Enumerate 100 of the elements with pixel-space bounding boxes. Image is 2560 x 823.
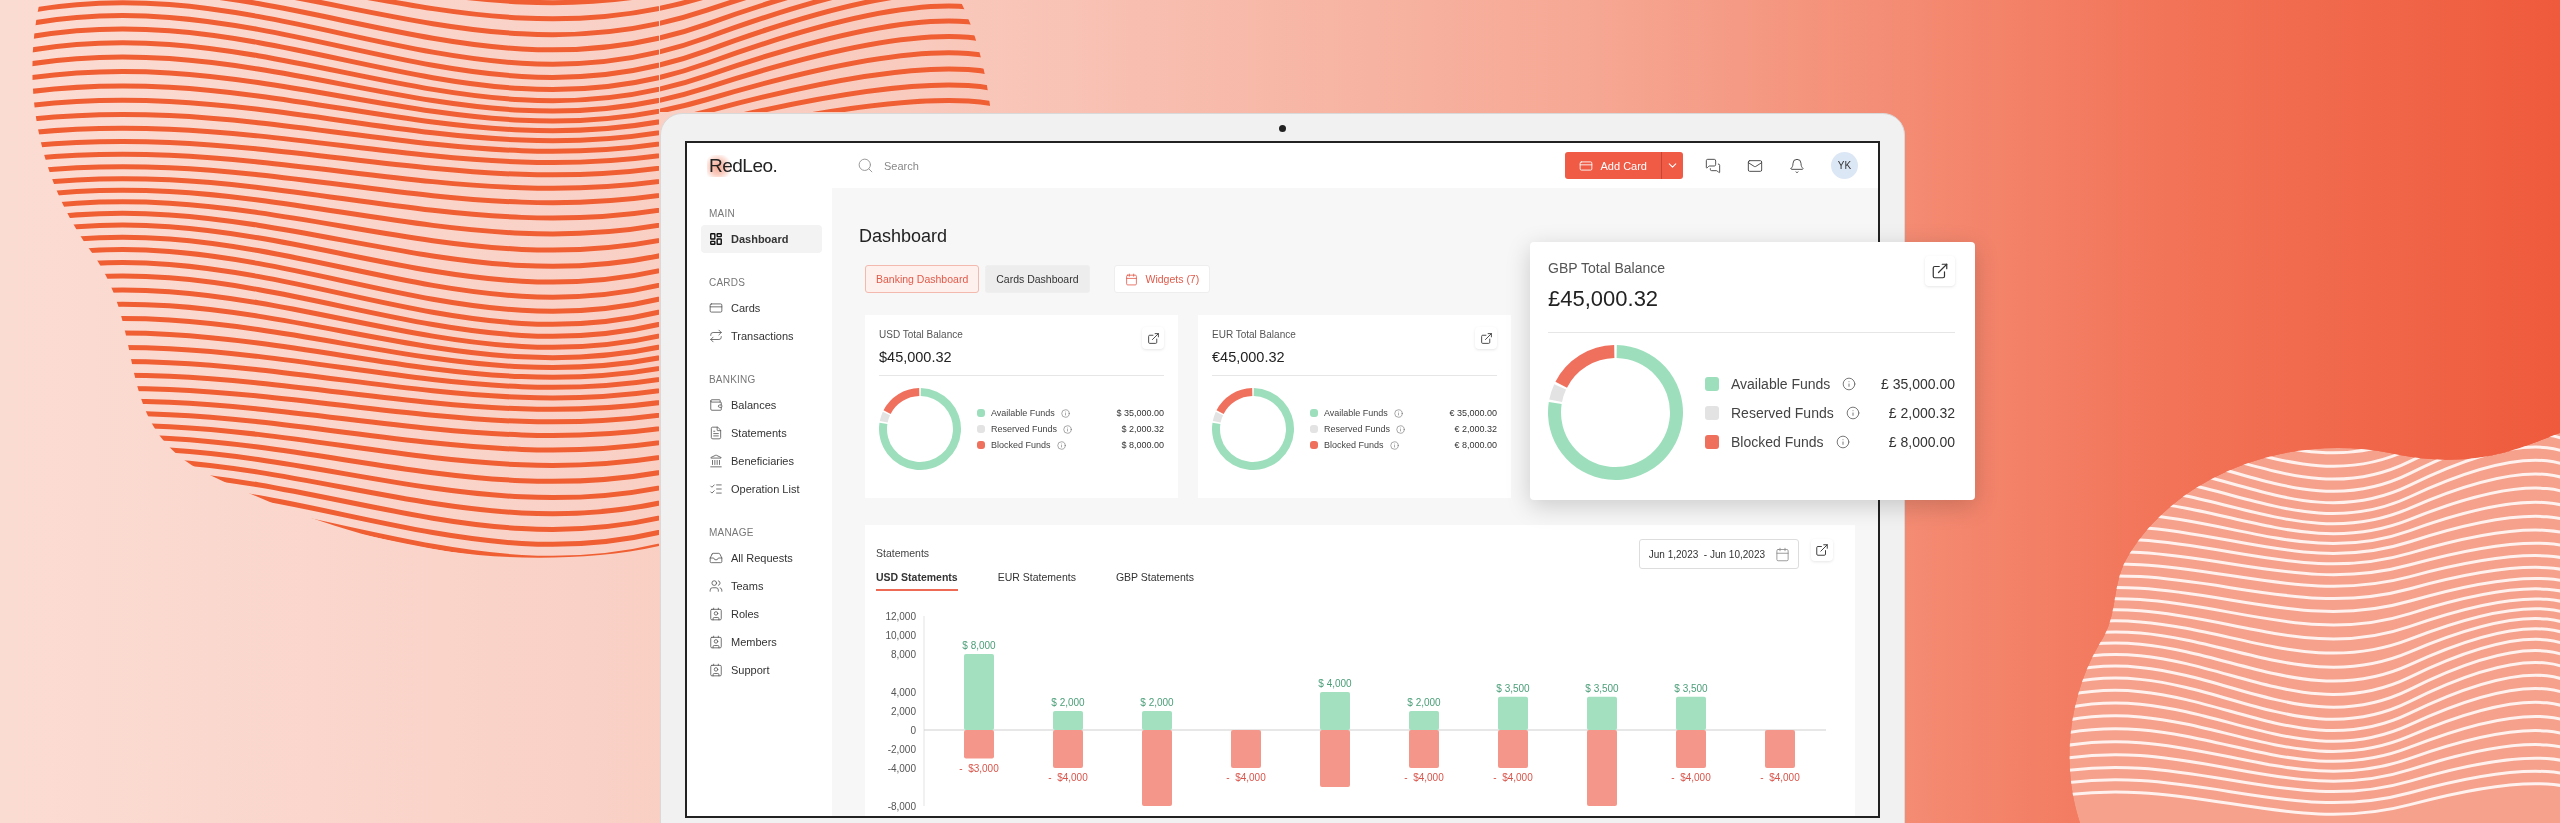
id-badge-icon	[709, 663, 723, 677]
bell-icon[interactable]	[1789, 157, 1805, 174]
external-link-button[interactable]	[1142, 327, 1164, 349]
legend-amount: $ 35,000.00	[1116, 408, 1164, 418]
card-icon	[709, 301, 723, 315]
info-icon[interactable]	[1396, 424, 1406, 434]
legend-amount: £ 35,000.00	[1881, 375, 1955, 392]
info-icon[interactable]	[1835, 434, 1850, 449]
bar	[1676, 696, 1706, 730]
card-title: EUR Total Balance	[1212, 329, 1296, 340]
dashboard-grid-icon	[709, 232, 723, 246]
external-link-icon	[1931, 262, 1949, 280]
wallet-icon	[709, 398, 723, 412]
avatar[interactable]: YK	[1831, 152, 1858, 179]
info-icon[interactable]	[1389, 440, 1399, 450]
search-icon	[857, 157, 874, 174]
calendar-icon	[1775, 546, 1790, 562]
legend-label: Reserved Funds	[1324, 424, 1391, 434]
statement-tab[interactable]: GBP Statements	[1115, 571, 1194, 591]
chat-icon[interactable]	[1705, 157, 1721, 174]
bar-value-label: $ 3,500	[1496, 682, 1530, 694]
sidebar-item[interactable]: Transactions	[701, 322, 822, 350]
document-icon	[709, 426, 723, 440]
axis-tick-label: 10,000	[885, 629, 916, 641]
date-range-field[interactable]: Jun 1,2023 - Jun 10,2023	[1638, 539, 1799, 569]
legend-amount: $ 8,000.00	[1121, 440, 1164, 450]
section-title: BANKING	[709, 374, 757, 385]
legend-amount: € 2,000.32	[1454, 424, 1497, 434]
logo[interactable]: RedLeo.	[707, 154, 778, 177]
sidebar-item[interactable]: Members	[701, 628, 822, 656]
bank-icon	[709, 454, 723, 468]
sidebar-item[interactable]: Statements	[701, 419, 822, 447]
statement-tab[interactable]: USD Statements	[876, 571, 958, 591]
bar-value-label: $ 2,000	[1140, 697, 1174, 708]
legend-amount: $ 2,000.32	[1121, 424, 1164, 434]
search-field[interactable]: Search	[882, 158, 1086, 173]
bar-value-label: - $4,000	[1493, 772, 1533, 783]
bar-value-label: - $4,000	[1404, 772, 1444, 783]
balance-amount: £45,000.32	[1548, 286, 1660, 312]
panel-title: Statements	[876, 547, 930, 559]
bar	[1231, 730, 1261, 768]
legend-label: Available Funds	[1324, 408, 1388, 418]
dashboard-tab[interactable]: Cards Dashboard	[985, 265, 1090, 293]
sidebar-item[interactable]: Roles	[701, 600, 822, 628]
legend-amount: £ 2,000.32	[1888, 404, 1955, 421]
bar-value-label: $ 4,000	[1318, 678, 1352, 689]
sidebar-item[interactable]: Support	[701, 656, 822, 684]
info-icon[interactable]	[1845, 405, 1860, 420]
external-link-icon	[1146, 331, 1160, 345]
bar	[1498, 730, 1528, 768]
bar-value-label: $ 3,500	[1674, 682, 1708, 694]
arrows-cycle-icon	[709, 329, 723, 343]
legend-label: Available Funds	[1731, 375, 1831, 392]
bar-value-label: $ 2,000	[1407, 697, 1441, 708]
external-link-button[interactable]	[1925, 256, 1955, 286]
sidebar-item[interactable]: Beneficiaries	[701, 447, 822, 475]
legend-label: Reserved Funds	[991, 424, 1058, 434]
sidebar-item[interactable]: All Requests	[701, 544, 822, 572]
info-icon[interactable]	[1842, 376, 1857, 391]
bar	[1765, 730, 1795, 768]
sidebar-item[interactable]: Dashboard	[701, 225, 822, 253]
page-title: Dashboard	[859, 225, 948, 248]
mail-icon[interactable]	[1747, 157, 1763, 174]
axis-tick-label: 8,000	[890, 648, 916, 660]
section-title: MAIN	[709, 208, 736, 219]
people-icon	[709, 579, 723, 593]
bar-value-label: $ 3,500	[1585, 682, 1619, 694]
balance-amount: $45,000.32	[879, 349, 953, 365]
widgets-button[interactable]: Widgets (7)	[1113, 265, 1211, 293]
sidebar-item[interactable]: Cards	[701, 294, 822, 322]
axis-tick-label: 2,000	[890, 705, 916, 717]
info-icon[interactable]	[1056, 440, 1066, 450]
legend-label: Blocked Funds	[1324, 440, 1384, 450]
axis-tick-label: 4,000	[890, 686, 916, 698]
bar-value-label: - $4,000	[1760, 772, 1800, 783]
inbox-icon	[709, 551, 723, 565]
legend-label: Available Funds	[991, 408, 1055, 418]
axis-tick-label: -4,000	[887, 762, 916, 774]
dropdown-button[interactable]	[1661, 152, 1683, 179]
bar-value-label: $ 2,000	[1051, 697, 1085, 708]
card-title: USD Total Balance	[879, 329, 963, 340]
section-title: MANAGE	[709, 527, 755, 538]
card-title: GBP Total Balance	[1548, 260, 1665, 276]
info-icon[interactable]	[1063, 424, 1073, 434]
camera-dot	[1279, 125, 1286, 132]
info-icon[interactable]	[1060, 408, 1070, 418]
checklist-icon	[709, 482, 723, 496]
external-link-button[interactable]	[1475, 327, 1497, 349]
bar	[1676, 730, 1706, 768]
external-link-button[interactable]	[1811, 539, 1833, 561]
legend-amount: € 8,000.00	[1454, 440, 1497, 450]
bar-value-label: - $4,000	[1226, 772, 1266, 783]
statement-tab[interactable]: EUR Statements	[997, 571, 1076, 591]
info-icon[interactable]	[1393, 408, 1403, 418]
legend-amount: £ 8,000.00	[1888, 433, 1955, 450]
external-link-icon	[1815, 543, 1829, 557]
sidebar-item[interactable]: Teams	[701, 572, 822, 600]
sidebar-item[interactable]: Operation List	[701, 475, 822, 503]
bar-value-label: - $4,000	[1671, 772, 1711, 783]
sidebar-item[interactable]: Balances	[701, 391, 822, 419]
